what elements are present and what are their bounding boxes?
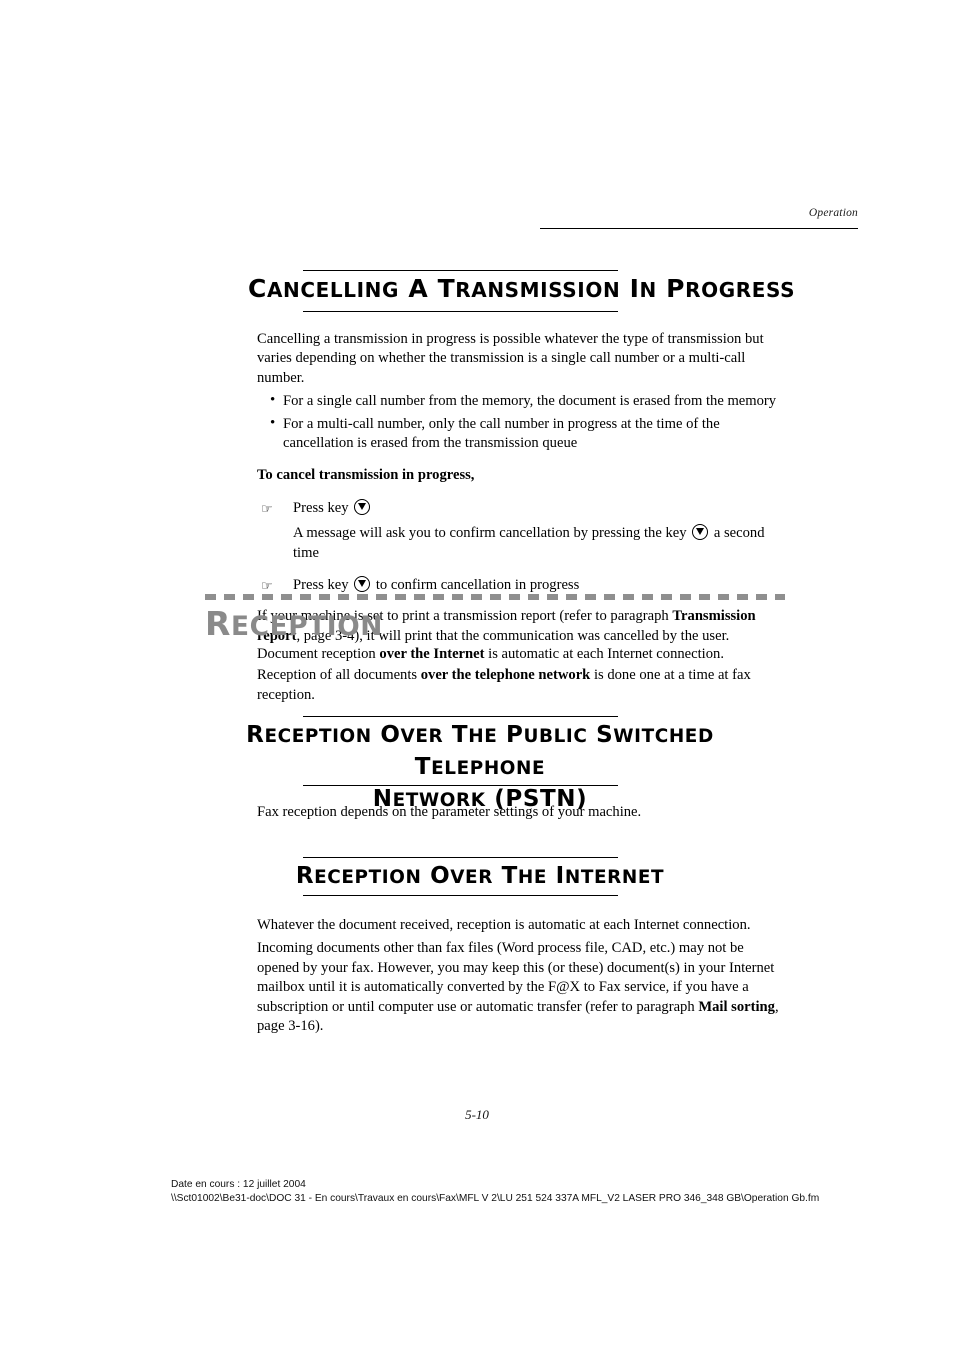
internet-body: Whatever the document received, receptio… <box>257 916 785 1036</box>
step-press-key-2-label: Press key <box>293 577 349 594</box>
running-header-rule <box>540 228 858 229</box>
list-item-text: For a single call number from the memory… <box>283 393 777 410</box>
reception-intro-line-2: Reception of all documents over the tele… <box>257 666 787 705</box>
hand-pointer-icon: ☞ <box>261 501 273 517</box>
bullet-dot-icon: • <box>270 392 276 409</box>
bullet-dot-icon: • <box>270 414 276 431</box>
pstn-body: Fax reception depends on the parameter s… <box>257 803 787 822</box>
cancelling-bullet-list: • For a single call number from the memo… <box>257 392 783 453</box>
heading-rule-top-cancelling <box>303 270 618 271</box>
step-press-key-2: ☞ Press key to confirm cancellation in p… <box>257 576 783 595</box>
heading-rule-bottom-internet <box>303 895 618 896</box>
list-item-text: For a multi-call number, only the call n… <box>283 415 720 452</box>
chapter-title-reception-text: Reception <box>205 604 383 643</box>
reception-line1-part1: Document reception <box>257 646 380 662</box>
running-header-label: Operation <box>808 207 858 219</box>
heading-rule-top-pstn <box>303 716 618 717</box>
pstn-body-text: Fax reception depends on the parameter s… <box>257 804 642 820</box>
chapter-title-reception: Reception <box>205 603 383 648</box>
step-note-text-lead: A message will ask you to confirm cancel… <box>293 525 687 542</box>
reception-line2-part1: Reception of all documents <box>257 667 421 684</box>
internet-para2-bold: Mail sorting <box>698 998 775 1015</box>
cancelling-intro: Cancelling a transmission in progress is… <box>257 331 764 386</box>
heading-rule-top-internet <box>303 857 618 858</box>
reception-line1-part2: is automatic at each Internet connection… <box>484 646 724 662</box>
section-heading-pstn-line1: Reception over the Public Switched Telep… <box>246 722 714 780</box>
list-item: • For a multi-call number, only the call… <box>257 415 783 454</box>
list-item: • For a single call number from the memo… <box>257 392 783 411</box>
chapter-dashed-rule <box>205 594 785 600</box>
section-heading-internet-text: Reception over the Internet <box>295 863 665 889</box>
reception-intro-line-1: Document reception over the Internet is … <box>257 645 787 664</box>
stop-key-icon <box>354 498 371 515</box>
stop-key-icon <box>692 524 709 541</box>
step-press-key-1-label: Press key <box>293 499 349 516</box>
stop-key-icon <box>354 576 371 593</box>
heading-rule-bottom-cancelling <box>303 311 618 312</box>
running-header: Operation <box>540 203 858 221</box>
section-heading-pstn: Reception over the Public Switched Telep… <box>180 720 780 816</box>
reception-intro-body: Document reception over the Internet is … <box>257 645 787 705</box>
document-footer: Date en cours : 12 juillet 2004 \\Sct010… <box>171 1178 819 1206</box>
section-heading-internet: Reception over the Internet <box>180 861 780 893</box>
internet-paragraph-2: Incoming documents other than fax files … <box>257 939 785 1036</box>
reception-line1-bold: over the Internet <box>379 646 485 662</box>
step-press-key-1-note: A message will ask you to confirm cancel… <box>257 524 783 563</box>
heading-rule-bottom-pstn <box>303 785 618 786</box>
page-title-cancelling-text: Cancelling a transmission in progress <box>248 274 796 303</box>
footer-date-line: Date en cours : 12 juillet 2004 <box>171 1179 306 1190</box>
step-press-key-1: ☞ Press key <box>257 498 783 518</box>
internet-paragraph-1: Whatever the document received, receptio… <box>257 917 751 933</box>
page-number: 5-10 <box>0 1107 954 1123</box>
reception-line2-bold: over the telephone network <box>420 667 591 684</box>
cancelling-lead-in: To cancel transmission in progress, <box>257 467 475 484</box>
page-number-text: 5-10 <box>465 1107 489 1122</box>
page-title-cancelling: Cancelling a transmission in progress <box>248 272 888 307</box>
internet-para2-part1: Incoming documents other than fax files … <box>257 940 775 1015</box>
step-press-key-2-tail: to confirm cancellation in progress <box>375 577 580 594</box>
footer-path-line: \\Sct01002\Be31-doc\DOC 31 - En cours\Tr… <box>171 1193 820 1204</box>
